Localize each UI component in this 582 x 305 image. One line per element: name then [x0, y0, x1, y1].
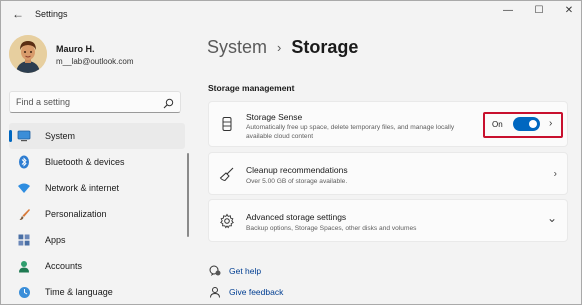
minimize-button[interactable]: —: [493, 1, 523, 19]
sidebar-item-label: Personalization: [45, 209, 107, 219]
chevron-right-icon: ›: [553, 168, 557, 179]
sidebar-item-label: Network & internet: [45, 183, 120, 193]
toggle-knob: [529, 120, 537, 128]
broom-icon: [219, 166, 235, 182]
settings-window: ← Settings — ☐ ✕ Mauro H. m__lab@outlook…: [0, 0, 582, 305]
gear-icon: [219, 213, 235, 229]
sidebar-item-label: System: [45, 131, 76, 141]
sidebar-item-accounts[interactable]: Accounts: [9, 253, 185, 279]
close-icon: ✕: [564, 4, 574, 16]
minimize-icon: —: [503, 4, 513, 16]
sidebar-item-label: Time & language: [45, 287, 113, 297]
storage-drive-icon: [219, 116, 235, 132]
feedback-icon: [209, 286, 221, 298]
person-icon: [17, 259, 31, 273]
sidebar-item-network[interactable]: Network & internet: [9, 175, 185, 201]
brush-icon: [17, 207, 31, 221]
bluetooth-icon: [17, 155, 31, 169]
help-chat-icon: [209, 265, 221, 277]
sidebar-item-time-language[interactable]: Time & language: [9, 279, 185, 304]
storage-sense-title: Storage Sense: [246, 112, 303, 122]
breadcrumb: System › Storage: [207, 37, 358, 58]
cleanup-title: Cleanup recommendations: [246, 165, 348, 175]
globe-clock-icon: [17, 285, 31, 299]
sidebar-nav: System Bluetooth & devices Network & int…: [9, 123, 185, 304]
app-title: Settings: [35, 9, 68, 19]
cleanup-recommendations-card[interactable]: Cleanup recommendations Over 5.00 GB of …: [208, 152, 568, 195]
advanced-storage-title: Advanced storage settings: [246, 212, 347, 222]
back-arrow-icon: ←: [12, 7, 24, 21]
get-help-label[interactable]: Get help: [229, 266, 261, 276]
sidebar-item-bluetooth[interactable]: Bluetooth & devices: [9, 149, 185, 175]
sidebar-item-label: Accounts: [45, 261, 83, 271]
page-title: Storage: [291, 37, 359, 57]
user-name: Mauro H.: [56, 44, 95, 54]
breadcrumb-separator-icon: ›: [277, 40, 282, 55]
apps-icon: [17, 233, 31, 247]
monitor-icon: [17, 129, 31, 143]
avatar[interactable]: [9, 35, 47, 73]
search-input[interactable]: [16, 95, 156, 109]
advanced-storage-settings-card[interactable]: Advanced storage settings Backup options…: [208, 199, 568, 242]
sidebar-item-label: Apps: [45, 235, 66, 245]
sidebar-item-apps[interactable]: Apps: [9, 227, 185, 253]
search-icon[interactable]: [163, 96, 174, 114]
breadcrumb-system[interactable]: System: [207, 37, 267, 58]
get-help-link[interactable]: Get help: [209, 265, 261, 277]
close-button[interactable]: ✕: [554, 1, 581, 19]
storage-sense-description: Automatically free up space, delete temp…: [246, 124, 455, 140]
cleanup-description: Over 5.00 GB of storage available.: [246, 178, 348, 185]
storage-sense-toggle[interactable]: [513, 117, 540, 131]
sidebar-item-label: Bluetooth & devices: [45, 157, 125, 167]
storage-sense-toggle-state: On: [492, 120, 503, 129]
title-bar: ← Settings — ☐ ✕: [1, 1, 581, 29]
maximize-button[interactable]: ☐: [524, 1, 554, 19]
give-feedback-link[interactable]: Give feedback: [209, 286, 283, 298]
sidebar-item-system[interactable]: System: [9, 123, 185, 149]
chevron-right-icon[interactable]: ›: [549, 118, 552, 129]
sidebar-item-personalization[interactable]: Personalization: [9, 201, 185, 227]
back-button[interactable]: ←: [7, 4, 29, 24]
give-feedback-label[interactable]: Give feedback: [229, 287, 283, 297]
network-icon: [17, 181, 31, 195]
advanced-storage-description: Backup options, Storage Spaces, other di…: [246, 225, 417, 232]
user-email: m__lab@outlook.com: [56, 57, 134, 66]
search-box[interactable]: [9, 91, 181, 113]
sidebar-scrollbar[interactable]: [187, 153, 189, 237]
user-avatar-icon: [9, 35, 47, 73]
chevron-down-icon: ⌄: [546, 210, 557, 225]
section-title: Storage management: [208, 83, 295, 93]
maximize-icon: ☐: [534, 4, 544, 16]
